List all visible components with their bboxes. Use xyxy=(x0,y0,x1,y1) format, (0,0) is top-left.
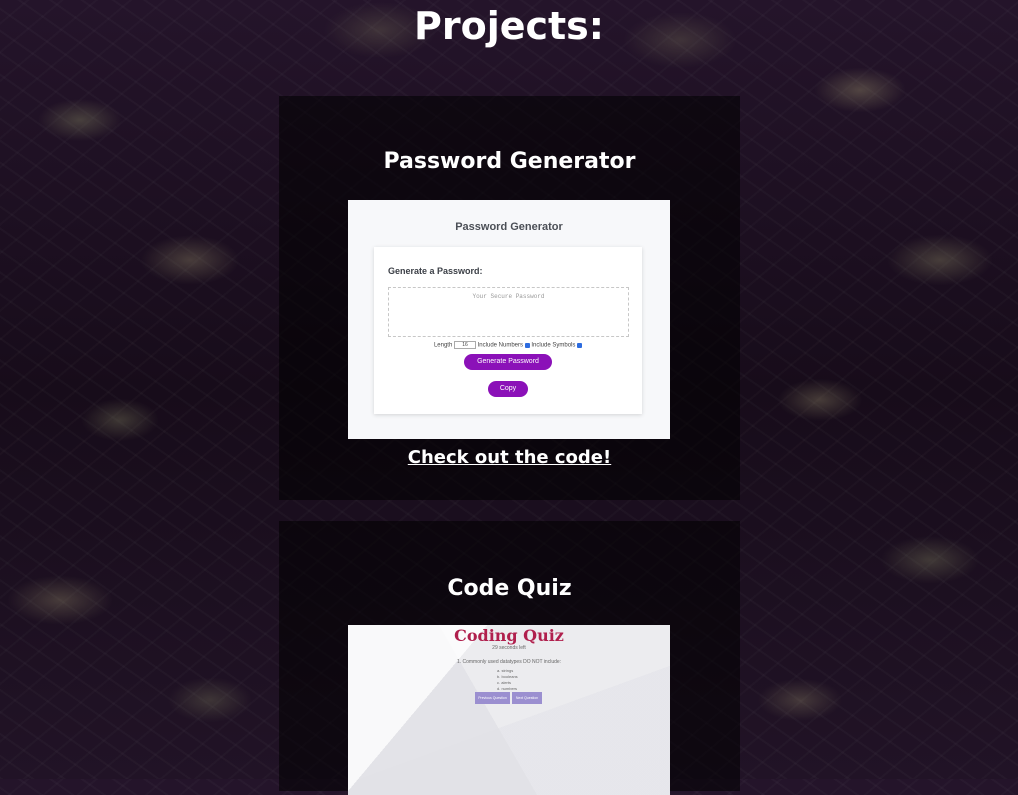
preview-copy-button: Copy xyxy=(488,381,528,397)
preview-option: a. strings xyxy=(497,668,514,673)
preview-previous-button: Previous Question xyxy=(475,692,510,704)
preview-length-input: 16 xyxy=(453,341,476,349)
project-screenshot[interactable]: Password Generator Generate a Password: … xyxy=(348,200,670,439)
preview-options: Length 16 Include Numbers Include Symbol… xyxy=(374,341,642,349)
preview-option: b. booleans xyxy=(497,674,518,679)
preview-option: c. alerts xyxy=(497,680,512,685)
preview-card: Generate a Password: Your Secure Passwor… xyxy=(374,247,642,414)
check-code-link[interactable]: Check out the code! xyxy=(279,447,740,468)
preview-subtitle: Generate a Password: xyxy=(388,266,483,276)
preview-generate-button: Generate Password xyxy=(464,354,552,370)
preview-option: d. numbers xyxy=(497,686,518,691)
preview-password-textarea: Your Secure Password xyxy=(388,287,629,337)
project-title: Code Quiz xyxy=(447,576,572,601)
project-title: Password Generator xyxy=(383,149,636,174)
project-screenshot[interactable]: Coding Quiz 29 seconds left 1. Commonly … xyxy=(348,625,670,795)
preview-title: Password Generator xyxy=(455,221,563,233)
preview-symbols-label: Include Symbols xyxy=(531,342,576,349)
preview-symbols-checkbox xyxy=(577,342,583,348)
preview-next-button: Next Question xyxy=(512,692,542,704)
page-title: Projects: xyxy=(414,4,604,48)
preview-title: Coding Quiz xyxy=(454,626,564,645)
preview-timer: 29 seconds left xyxy=(492,645,526,651)
preview-question: 1. Commonly used datatypes DO NOT includ… xyxy=(456,659,562,665)
project-card-code-quiz: Code Quiz Coding Quiz 29 seconds left 1.… xyxy=(279,521,740,795)
preview-length-label: Length xyxy=(433,342,453,349)
project-card-password-generator: Password Generator Password Generator Ge… xyxy=(279,96,740,500)
preview-numbers-label: Include Numbers xyxy=(477,342,523,349)
preview-numbers-checkbox xyxy=(524,342,530,348)
